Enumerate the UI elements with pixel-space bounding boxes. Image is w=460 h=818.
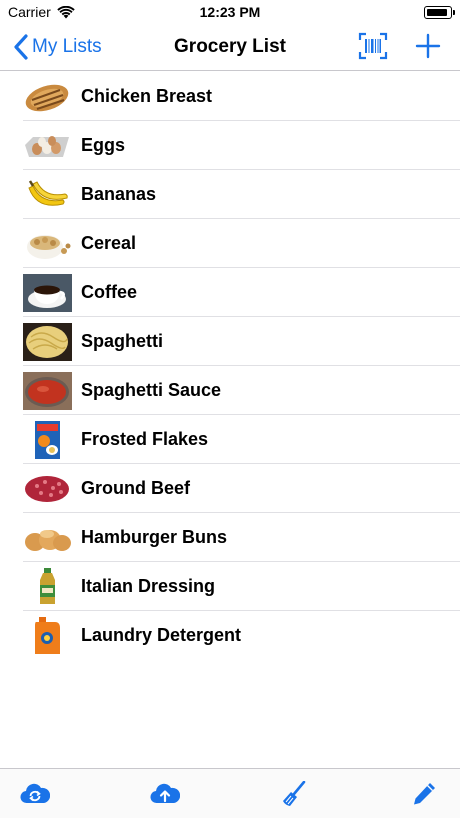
list-item-hamburger-buns[interactable]: Hamburger Buns (0, 513, 460, 562)
list-item-ground-beef[interactable]: Ground Beef (0, 464, 460, 513)
grocery-list: Chicken Breast Eggs Bananas Cereal Coffe… (0, 72, 460, 660)
battery-icon (424, 6, 455, 19)
list-item-label: Spaghetti Sauce (81, 380, 222, 400)
status-time: 12:23 PM (199, 4, 261, 20)
cereal-thumbnail (23, 225, 72, 263)
list-item-label: Hamburger Buns (81, 527, 228, 547)
pencil-icon[interactable] (410, 781, 440, 807)
hamburger-buns-thumbnail (23, 519, 72, 557)
list-item-italian-dressing[interactable]: Italian Dressing (0, 562, 460, 611)
page-title: Grocery List (174, 36, 286, 57)
ground-beef-thumbnail (23, 470, 72, 508)
cloud-sync-icon[interactable] (20, 781, 50, 807)
frosted-flakes-thumbnail (23, 420, 72, 459)
list-item-eggs[interactable]: Eggs (0, 121, 460, 170)
cloud-upload-icon[interactable] (150, 781, 180, 807)
italian-dressing-thumbnail (23, 567, 72, 606)
status-bar: Carrier 12:23 PM (0, 0, 460, 24)
eggs-thumbnail (23, 127, 72, 165)
list-item-spaghetti[interactable]: Spaghetti (0, 317, 460, 366)
battery-level-fill (426, 8, 448, 16)
list-item-label: Bananas (81, 184, 157, 204)
list-item-label: Italian Dressing (81, 576, 216, 596)
list-item-label: Chicken Breast (81, 86, 213, 106)
spaghetti-thumbnail (23, 322, 72, 361)
navigation-bar: My Lists Grocery List (0, 24, 460, 71)
list-item-label: Frosted Flakes (81, 429, 209, 449)
list-item-coffee[interactable]: Coffee (0, 268, 460, 317)
list-item-chicken-breast[interactable]: Chicken Breast (0, 72, 460, 121)
list-item-frosted-flakes[interactable]: Frosted Flakes (0, 415, 460, 464)
coffee-thumbnail (23, 273, 72, 312)
list-item-laundry-detergent[interactable]: Laundry Detergent (0, 611, 460, 660)
list-item-spaghetti-sauce[interactable]: Spaghetti Sauce (0, 366, 460, 415)
plus-icon[interactable] (414, 32, 442, 60)
list-item-bananas[interactable]: Bananas (0, 170, 460, 219)
chicken-breast-thumbnail (23, 78, 72, 116)
spaghetti-sauce-thumbnail (23, 371, 72, 410)
list-item-cereal[interactable]: Cereal (0, 219, 460, 268)
list-item-label: Spaghetti (81, 331, 164, 351)
list-item-label: Ground Beef (81, 478, 191, 498)
list-item-label: Eggs (81, 135, 126, 155)
list-item-label: Laundry Detergent (81, 625, 242, 645)
bananas-thumbnail (23, 176, 72, 214)
bottom-toolbar (0, 768, 460, 818)
list-item-label: Cereal (81, 233, 137, 253)
broom-icon[interactable] (280, 781, 310, 807)
laundry-detergent-thumbnail (23, 616, 72, 655)
list-item-label: Coffee (81, 282, 138, 302)
barcode-scan-icon[interactable] (358, 32, 388, 60)
